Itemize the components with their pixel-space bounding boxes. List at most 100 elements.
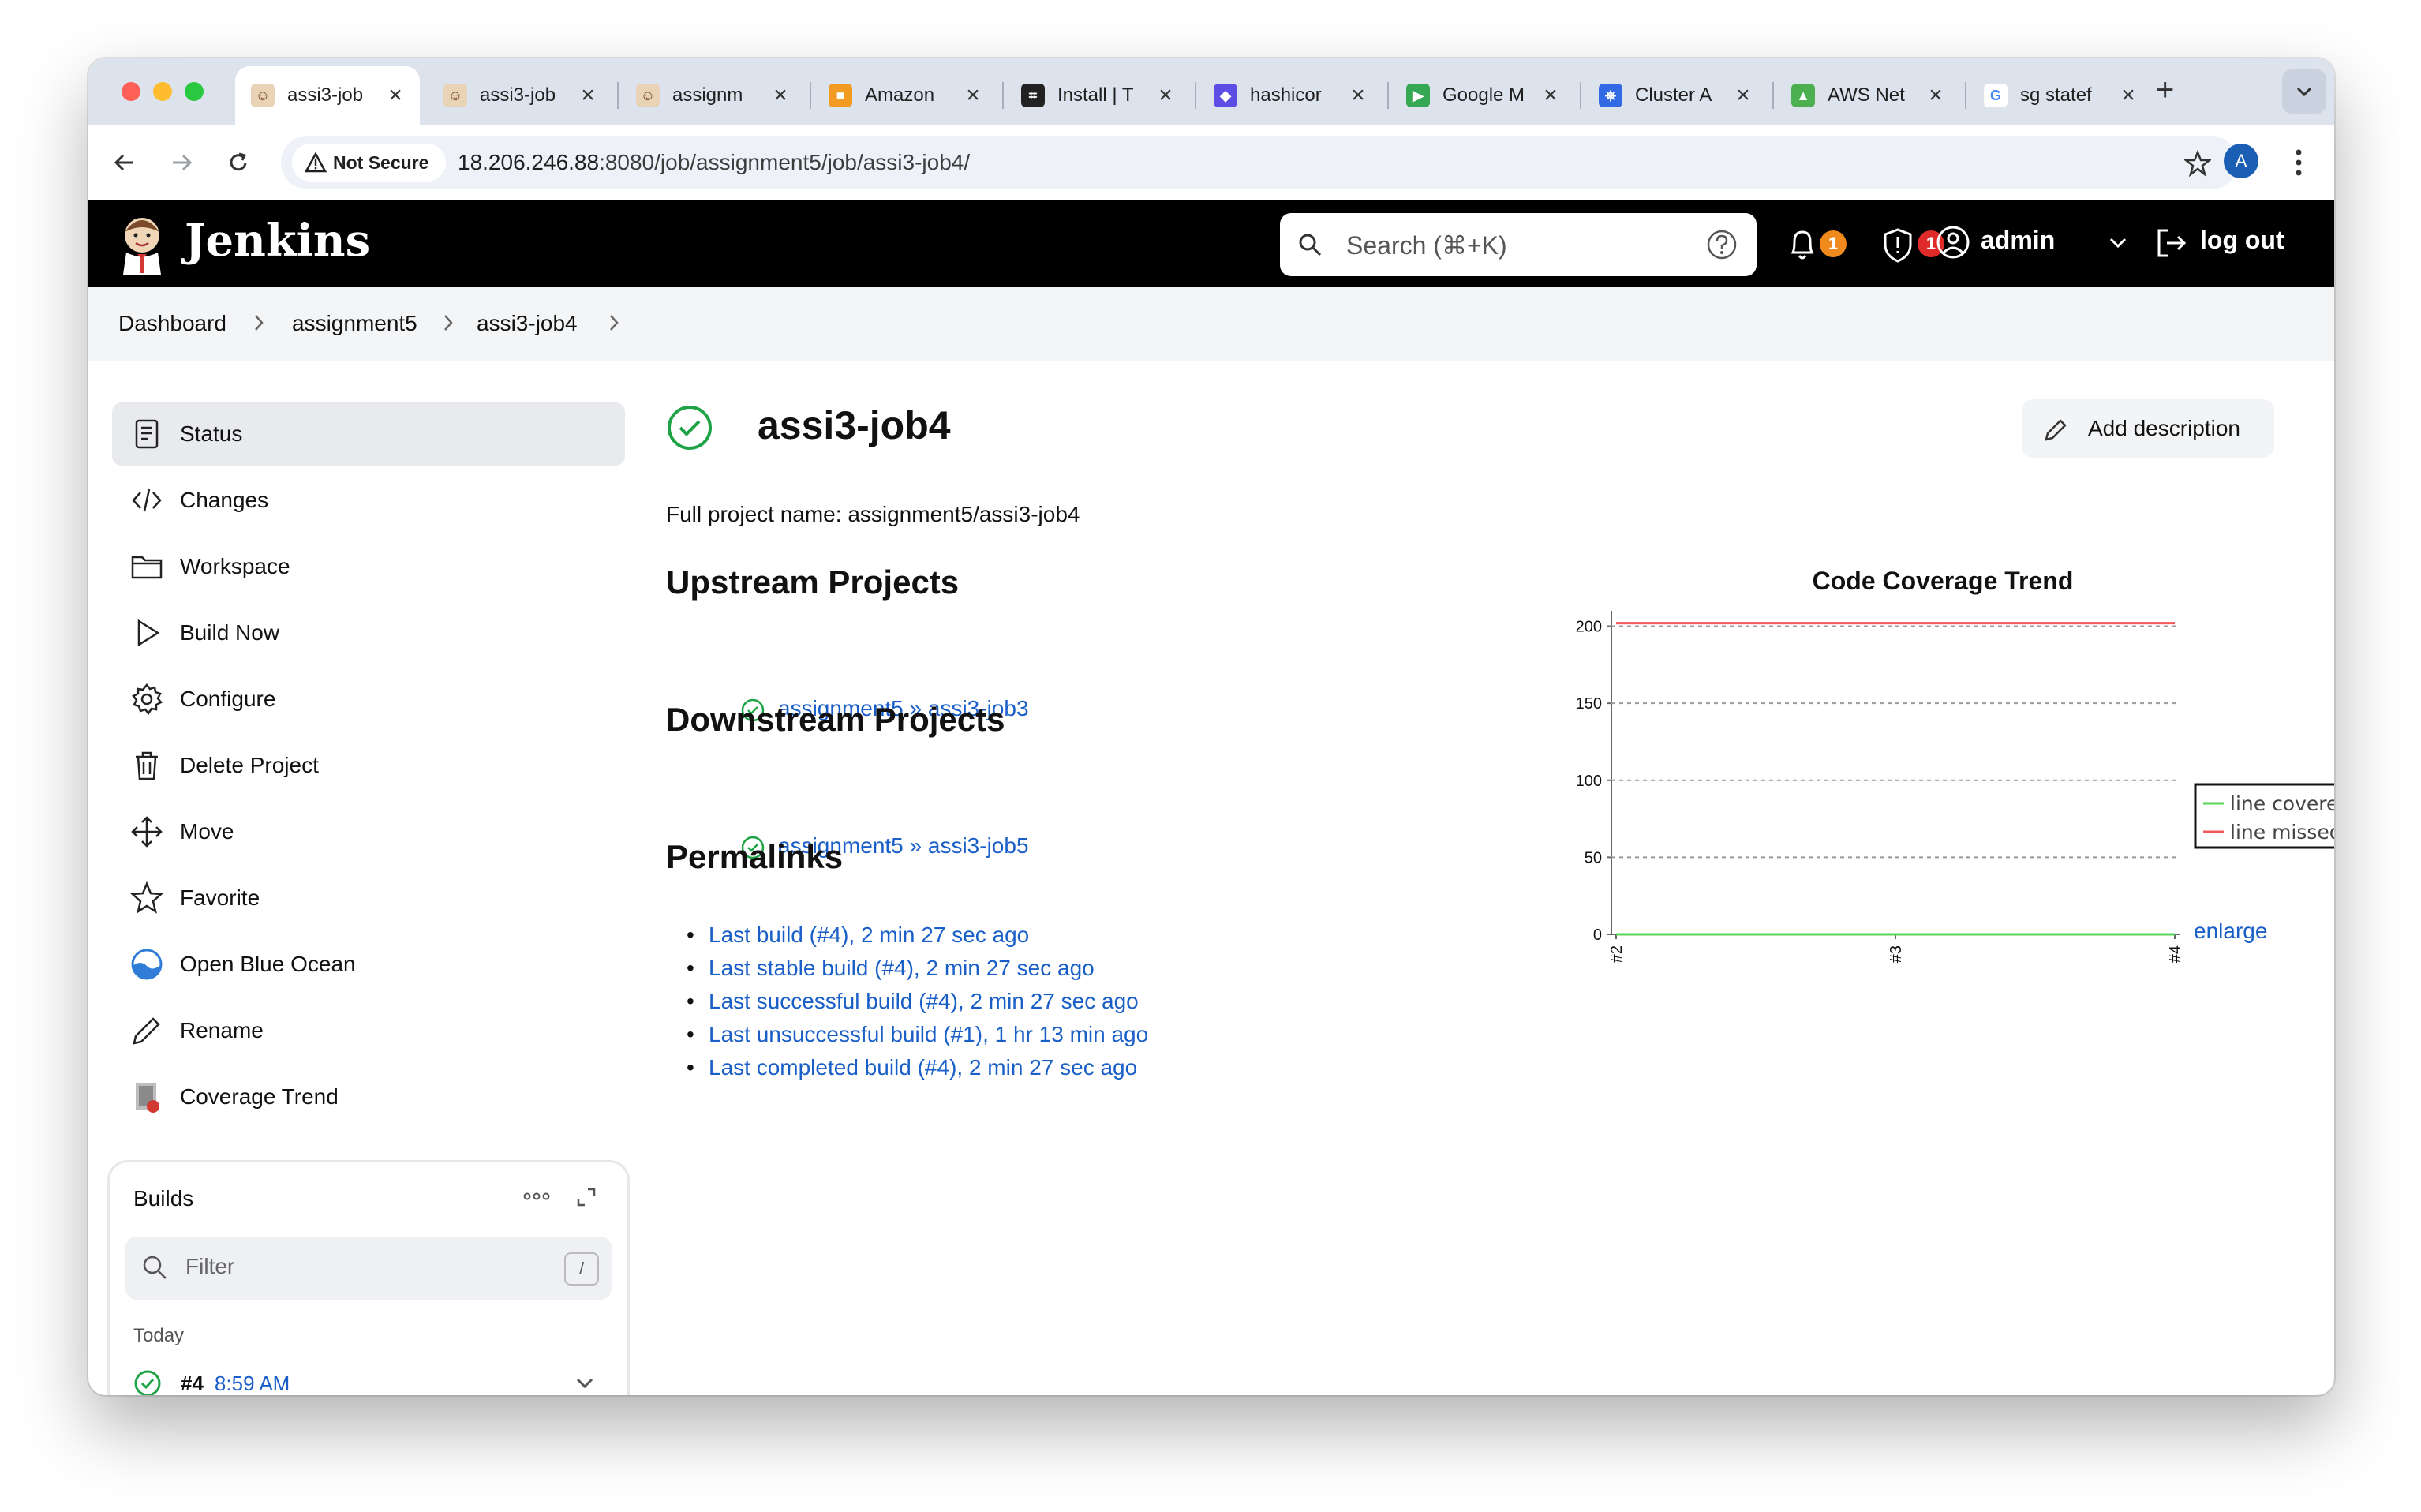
close-tab-icon[interactable]: ×	[1542, 84, 1559, 107]
full-project-name: Full project name: assignment5/assi3-job…	[666, 502, 1080, 526]
user-menu[interactable]: admin	[1981, 226, 2055, 255]
reload-button[interactable]	[221, 145, 256, 180]
kebab-menu-icon[interactable]	[2295, 148, 2303, 177]
bookmark-star-icon[interactable]	[2184, 150, 2211, 177]
close-tab-icon[interactable]: ×	[387, 84, 404, 107]
minimize-window-button[interactable]	[153, 82, 172, 101]
not-secure-label: Not Secure	[333, 152, 429, 173]
build-number[interactable]: #4	[181, 1372, 204, 1396]
search-placeholder: Search (⌘+K)	[1346, 231, 1507, 260]
browser-tab[interactable]: Gsg statef ×	[1968, 66, 2153, 125]
help-icon[interactable]	[1706, 229, 1738, 260]
browser-tab[interactable]: ☺ assignm ×	[620, 66, 805, 125]
browser-tab[interactable]: ☺ assi3-job ×	[235, 66, 420, 125]
browser-tab[interactable]: ☺ assi3-job ×	[428, 66, 612, 125]
star-icon	[129, 881, 164, 915]
chevron-down-icon	[2296, 87, 2312, 97]
breadcrumb-job[interactable]: assi3-job4	[477, 311, 578, 336]
new-tab-button[interactable]: +	[2156, 73, 2174, 108]
close-tab-icon[interactable]: ×	[1157, 84, 1174, 107]
browser-tab[interactable]: ▲ AWS Net ×	[1776, 66, 1960, 125]
logout-icon[interactable]	[2154, 226, 2189, 260]
shield-icon[interactable]	[1881, 227, 1914, 264]
sidebar-item-open-blue-ocean[interactable]: Open Blue Ocean	[112, 933, 625, 996]
browser-tab[interactable]: ■ Amazon ×	[813, 66, 997, 125]
chevron-right-icon[interactable]	[608, 313, 620, 333]
chart-y-tick-label: 50	[1585, 849, 1602, 866]
terraform-favicon-icon: ◆	[1214, 84, 1237, 107]
sidebar-item-delete-project[interactable]: Delete Project	[112, 734, 625, 797]
pencil-icon	[129, 1013, 164, 1048]
close-tab-icon[interactable]: ×	[772, 84, 789, 107]
close-window-button[interactable]	[122, 82, 140, 101]
tab-search-button[interactable]	[2282, 69, 2326, 114]
sidebar-item-move[interactable]: Move	[112, 800, 625, 863]
sidebar-item-changes[interactable]: Changes	[112, 469, 625, 532]
gear-icon	[129, 682, 164, 717]
logout-link[interactable]: log out	[2200, 226, 2284, 255]
browser-tab[interactable]: ◆ hashicor ×	[1198, 66, 1383, 125]
chevron-down-icon[interactable]	[2109, 237, 2127, 249]
expand-icon[interactable]	[575, 1186, 597, 1208]
close-tab-icon[interactable]: ×	[2120, 84, 2137, 107]
address-bar[interactable]: Not Secure 18.206.246.88:8080/job/assign…	[281, 136, 2238, 189]
add-description-label: Add description	[2088, 416, 2241, 440]
sidebar-item-build-now[interactable]: Build Now	[112, 601, 625, 664]
builds-filter-input[interactable]: Filter /	[125, 1237, 612, 1300]
document-icon	[129, 417, 164, 451]
more-icon[interactable]	[523, 1192, 550, 1200]
sidebar-item-coverage-trend[interactable]: Coverage Trend	[112, 1065, 625, 1128]
sidebar-item-label: Favorite	[180, 885, 260, 910]
sidebar-item-label: Configure	[180, 687, 276, 711]
user-icon[interactable]	[1935, 224, 1971, 260]
search-box[interactable]: Search (⌘+K)	[1280, 213, 1757, 276]
notifications-badge[interactable]: 1	[1820, 230, 1847, 257]
code-icon	[129, 483, 164, 518]
sidebar-item-favorite[interactable]: Favorite	[112, 866, 625, 930]
chevron-down-icon[interactable]	[575, 1377, 594, 1390]
permalink-item[interactable]: Last unsuccessful build (#1), 1 hr 13 mi…	[687, 1018, 1148, 1051]
permalink-item[interactable]: Last build (#4), 2 min 27 sec ago	[687, 919, 1148, 952]
build-time[interactable]: 8:59 AM	[215, 1372, 290, 1396]
permalink-item[interactable]: Last successful build (#4), 2 min 27 sec…	[687, 985, 1148, 1018]
builds-group-label: Today	[133, 1325, 185, 1346]
breadcrumb: Dashboard assignment5 assi3-job4	[88, 287, 2334, 361]
close-tab-icon[interactable]: ×	[964, 84, 982, 107]
builds-panel: Builds Filter / Today #4 8:59 AM	[107, 1160, 630, 1395]
enlarge-link[interactable]: enlarge	[2194, 919, 2267, 944]
sidebar-item-label: Status	[180, 421, 243, 446]
breadcrumb-dashboard[interactable]: Dashboard	[118, 311, 226, 336]
browser-tab[interactable]: ⎈ Cluster A ×	[1583, 66, 1768, 125]
close-tab-icon[interactable]: ×	[579, 84, 597, 107]
jenkins-title[interactable]: Jenkins	[185, 215, 370, 267]
close-tab-icon[interactable]: ×	[1927, 84, 1944, 107]
browser-tab[interactable]: ⌗ Install | T ×	[1005, 66, 1190, 125]
chart-legend-label: line missed	[2230, 821, 2334, 844]
close-tab-icon[interactable]: ×	[1734, 84, 1752, 107]
sidebar-item-workspace[interactable]: Workspace	[112, 535, 625, 598]
zoom-window-button[interactable]	[185, 82, 204, 101]
browser-toolbar: Not Secure 18.206.246.88:8080/job/assign…	[88, 125, 2334, 200]
close-tab-icon[interactable]: ×	[1349, 84, 1367, 107]
tab-separator	[617, 82, 619, 109]
profile-avatar[interactable]: A	[2224, 144, 2258, 178]
sidebar-item-configure[interactable]: Configure	[112, 668, 625, 731]
bell-icon[interactable]	[1787, 227, 1818, 262]
permalink-item[interactable]: Last stable build (#4), 2 min 27 sec ago	[687, 952, 1148, 985]
sidebar-item-rename[interactable]: Rename	[112, 999, 625, 1062]
forward-button[interactable]	[164, 145, 199, 180]
permalink-item[interactable]: Last completed build (#4), 2 min 27 sec …	[687, 1051, 1148, 1084]
sidebar-item-status[interactable]: Status	[112, 402, 625, 466]
chart-y-tick-label: 150	[1576, 695, 1602, 713]
jenkins-logo-icon[interactable]	[118, 211, 166, 275]
chevron-right-icon[interactable]	[253, 313, 265, 333]
breadcrumb-assignment5[interactable]: assignment5	[292, 311, 417, 336]
builds-title: Builds	[133, 1186, 194, 1211]
security-indicator[interactable]: Not Secure	[292, 144, 447, 182]
browser-tab-label: hashicor	[1250, 84, 1322, 106]
chevron-right-icon[interactable]	[442, 313, 455, 333]
build-row[interactable]: #4 8:59 AM	[133, 1369, 290, 1395]
browser-tab[interactable]: ▶ Google M ×	[1390, 66, 1575, 125]
url-text[interactable]: 18.206.246.88:8080/job/assignment5/job/a…	[458, 150, 970, 175]
back-button[interactable]	[107, 145, 142, 180]
